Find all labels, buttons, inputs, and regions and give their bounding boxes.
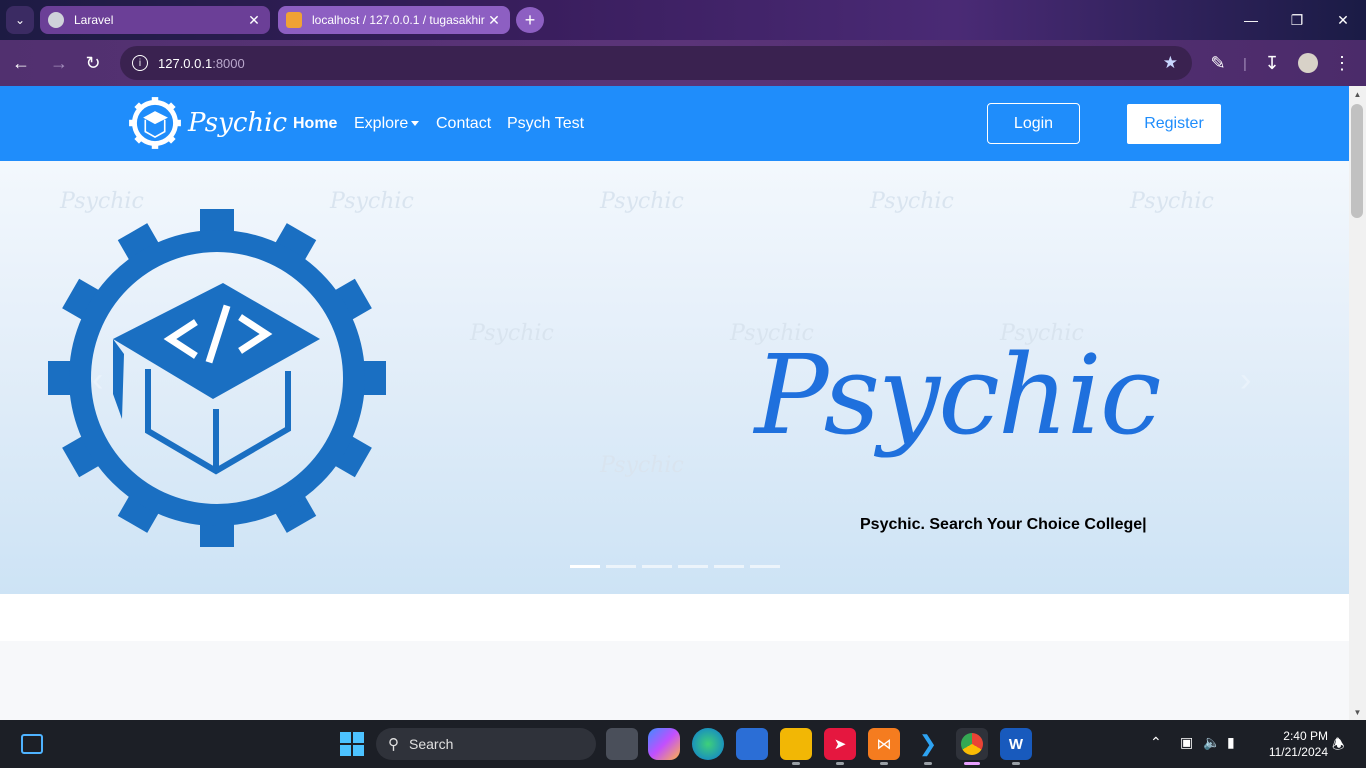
clock-date: 11/21/2024 [1268, 745, 1328, 759]
hero-title: Psychic [754, 331, 1162, 459]
chevron-up-icon[interactable]: ⌃ [1150, 734, 1162, 751]
watermark-text: Psychic [870, 189, 954, 214]
restore-button[interactable]: ❐ [1274, 0, 1320, 40]
gear-cap-logo-icon [129, 97, 181, 149]
url-port: :8000 [212, 55, 245, 71]
browser-toolbar: ← → ↻ i 127.0.0.1:8000 ★ ✎ | ↧ ⋮ [0, 40, 1366, 86]
minimize-button[interactable]: — [1228, 0, 1274, 40]
more-menu-icon[interactable]: ⋮ [1329, 50, 1355, 76]
taskbar-search[interactable]: ⚲ Search [376, 728, 596, 760]
scrollbar-thumb[interactable] [1351, 104, 1363, 218]
nav-home[interactable]: Home [293, 115, 337, 133]
profile-avatar[interactable] [1295, 50, 1321, 76]
nav-explore-dropdown[interactable]: Explore [354, 115, 420, 133]
navbar: Psychic Home Explore Contact Psych Test … [0, 86, 1349, 161]
hero-carousel: Psychic Psychic Psychic Psychic Psychic … [0, 161, 1349, 594]
windows-taskbar: ⚲ Search ➤ ⋈ ❯ W ⌃ ▣ 🔈 ▮ 2:40 PM 11/21/2… [0, 720, 1366, 768]
tab-search-button[interactable]: ⌄ [6, 6, 34, 34]
running-indicator-active [964, 762, 980, 765]
system-clock[interactable]: 2:40 PM 11/21/2024 [1256, 728, 1328, 760]
close-icon[interactable]: ✕ [486, 12, 502, 29]
globe-icon [48, 12, 64, 28]
gear-cap-logo-icon [48, 209, 386, 547]
new-tab-button[interactable]: + [516, 7, 544, 33]
close-icon[interactable]: ✕ [246, 12, 262, 29]
address-bar[interactable]: i 127.0.0.1:8000 ★ [120, 46, 1192, 80]
forward-icon[interactable]: → [46, 50, 72, 76]
running-indicator [1012, 762, 1020, 765]
web-page: Psychic Home Explore Contact Psych Test … [0, 86, 1349, 720]
battery-icon[interactable]: ▮ [1227, 734, 1235, 751]
search-icon: ⚲ [388, 736, 399, 753]
running-indicator [836, 762, 844, 765]
watermark-text: Psychic [600, 453, 684, 478]
notification-bell-icon[interactable]: 🕭 [1332, 734, 1345, 758]
download-icon[interactable]: ↧ [1259, 50, 1285, 76]
vscode-icon[interactable]: ❯ [912, 728, 944, 760]
chevron-down-icon: ⌄ [14, 13, 26, 27]
brand-name: Psychic [188, 108, 288, 138]
word-icon[interactable]: W [1000, 728, 1032, 760]
register-button[interactable]: Register [1127, 104, 1221, 144]
clock-time: 2:40 PM [1283, 729, 1328, 743]
snipping-app-icon[interactable]: ➤ [824, 728, 856, 760]
xampp-icon[interactable]: ⋈ [868, 728, 900, 760]
hero-tagline: Psychic. Search Your Choice College| [860, 516, 1147, 533]
running-indicator [792, 762, 800, 765]
task-view-icon[interactable] [606, 728, 638, 760]
plus-icon: + [524, 9, 536, 30]
search-placeholder: Search [409, 736, 454, 752]
bookmark-star-icon[interactable]: ★ [1163, 53, 1178, 73]
phpmyadmin-icon [286, 12, 302, 28]
copilot-icon[interactable] [648, 728, 680, 760]
browser-tabstrip: ⌄ Laravel ✕ localhost / 127.0.0.1 / tuga… [0, 0, 1366, 40]
volume-icon[interactable]: 🔈 [1203, 734, 1220, 751]
nav-contact[interactable]: Contact [436, 115, 491, 133]
nav-explore-label: Explore [354, 115, 409, 132]
network-icon[interactable]: ▣ [1180, 734, 1193, 751]
url-host: 127.0.0.1 [158, 55, 213, 71]
carousel-indicators [570, 565, 780, 568]
reload-icon[interactable]: ↻ [80, 50, 106, 76]
carousel-indicator-2[interactable] [606, 565, 636, 568]
tab-phpmyadmin[interactable]: localhost / 127.0.0.1 / tugasakhir ✕ [278, 6, 510, 34]
site-info-icon[interactable]: i [132, 55, 148, 71]
login-button[interactable]: Login [987, 103, 1080, 144]
chrome-icon[interactable] [956, 728, 988, 760]
watermark-text: Psychic [600, 189, 684, 214]
carousel-indicator-1[interactable] [570, 565, 600, 568]
windows-start-icon[interactable] [336, 728, 368, 760]
tab-laravel[interactable]: Laravel ✕ [40, 6, 270, 34]
extensions-icon[interactable]: ✎ [1205, 50, 1231, 76]
brand-logo[interactable]: Psychic [128, 96, 287, 150]
running-indicator [924, 762, 932, 765]
caret-down-icon [411, 121, 420, 127]
file-explorer-icon[interactable] [780, 728, 812, 760]
toolbar-divider: | [1243, 55, 1247, 71]
back-icon[interactable]: ← [8, 50, 34, 76]
nav-psych-test[interactable]: Psych Test [507, 115, 584, 133]
window-close-button[interactable]: ✕ [1320, 0, 1366, 40]
page-scrollbar[interactable]: ▲ ▼ [1349, 86, 1366, 720]
carousel-indicator-3[interactable] [642, 565, 672, 568]
tab-title: localhost / 127.0.0.1 / tugasakhir [312, 13, 485, 27]
carousel-indicator-6[interactable] [750, 565, 780, 568]
watermark-text: Psychic [470, 321, 554, 346]
scroll-down-icon[interactable]: ▼ [1349, 704, 1366, 720]
microsoft-store-icon[interactable] [736, 728, 768, 760]
tab-title: Laravel [74, 13, 114, 27]
carousel-next-icon[interactable]: › [1240, 361, 1251, 400]
watermark-text: Psychic [1130, 189, 1214, 214]
scroll-up-icon[interactable]: ▲ [1349, 86, 1366, 102]
carousel-indicator-5[interactable] [714, 565, 744, 568]
edge-browser-icon[interactable] [692, 728, 724, 760]
running-indicator [880, 762, 888, 765]
carousel-indicator-4[interactable] [678, 565, 708, 568]
content-band [0, 594, 1349, 641]
widgets-icon[interactable] [16, 728, 48, 760]
